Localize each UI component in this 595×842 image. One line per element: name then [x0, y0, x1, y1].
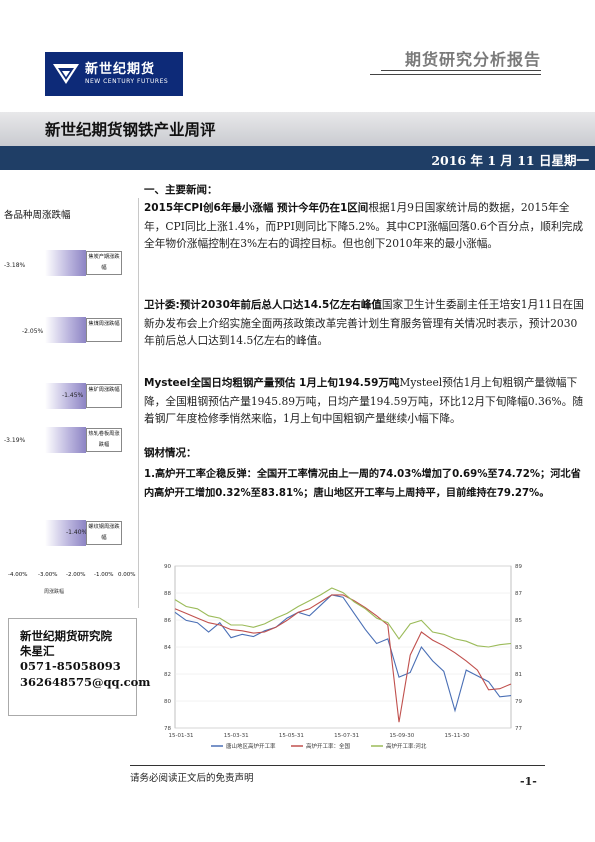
left-chart-title: 各品种周涨跌幅 [4, 210, 71, 221]
chart-right-tick: 83 [515, 645, 522, 651]
chart-left-tick: 90 [164, 564, 171, 570]
left-bar-value: -3.19% [4, 437, 26, 444]
chart-x-tick: 15-05-31 [279, 733, 304, 739]
chart-right-tick: 77 [515, 726, 522, 732]
report-date: 2016 年 1 月 11 日星期一 [431, 153, 589, 168]
chart-right-tick: 81 [515, 672, 522, 678]
left-bar [45, 317, 86, 343]
chart-x-tick: 15-03-31 [224, 733, 249, 739]
left-axis-tick: -1.00% [94, 572, 114, 578]
header-divider [381, 70, 541, 71]
contact-name: 朱星汇 [20, 644, 55, 658]
contact-phone: 0571-85058093 [20, 659, 121, 673]
left-bar-value: -1.40% [66, 529, 88, 536]
left-bar-value: -2.05% [22, 328, 44, 335]
chart-right-tick: 85 [515, 618, 522, 624]
chart-left-tick: 86 [164, 618, 171, 624]
news-item-1: 2015年CPI创6年最小涨幅 预计今年仍在1区间根据1月9日国家统计局的数据，… [144, 199, 584, 253]
left-axis-tick: -2.00% [66, 572, 86, 578]
section-heading: 钢材情况： [144, 447, 197, 459]
left-bar [45, 427, 86, 453]
chart-left-tick: 82 [164, 672, 171, 678]
blast-furnace-chart: 90 88 86 84 82 80 78 89 87 85 83 81 79 77 15-01-31 15-0… [164, 564, 522, 750]
left-bar [45, 250, 86, 276]
logo-wing-icon [53, 64, 79, 84]
news-item-3: Mysteel全国日均粗钢产量预估 1月上旬194.59万吨Mysteel预估1… [144, 374, 584, 428]
news-headline: 卫计委:预计2030年前后总人口达14.5亿左右峰值 [144, 299, 382, 311]
footer-divider [130, 765, 545, 766]
logo-cn-text: 新世纪期货 [85, 62, 156, 77]
left-bar-label: 焦矿周涨跌幅 [86, 384, 122, 408]
disclaimer: 请务必阅读正文后的免责声明 [130, 773, 254, 784]
left-bar-label: 焦煤周涨跌幅 [86, 318, 122, 342]
chart-x-tick: 15-09-30 [389, 733, 414, 739]
chart-legend-label: 唐山地区高炉开工率 [226, 742, 276, 750]
chart-left-tick: 78 [164, 726, 171, 732]
section-heading: 一、主要新闻： [144, 184, 218, 196]
chart-right-tick: 87 [515, 591, 522, 597]
left-axis-tick: -4.00% [8, 572, 28, 578]
contact-org: 新世纪期货研究院 [20, 629, 112, 643]
chart-x-tick: 15-01-31 [169, 733, 194, 739]
chart-right-tick: 89 [515, 564, 522, 570]
left-bar-label: 螺纹钢周涨跌幅 [86, 521, 122, 545]
left-bar-value: -1.45% [62, 392, 84, 399]
page-title: 新世纪期货钢铁产业周评 [45, 120, 216, 139]
chart-x-tick: 15-11-30 [445, 733, 470, 739]
news-item-2: 卫计委:预计2030年前后总人口达14.5亿左右峰值国家卫生计生委副主任王培安1… [144, 296, 584, 350]
steel-paragraph: 1.高炉开工率企稳反弹：全国开工率情况由上一周的74.03%增加了0.69%至7… [144, 466, 584, 503]
page-number: -1- [520, 775, 537, 788]
chart-legend-label: 高炉开工率:河北 [386, 742, 427, 750]
left-chart-legend: 周涨跌幅 [44, 589, 65, 595]
logo-en-text: NEW CENTURY FUTURES [85, 78, 169, 85]
header-divider [370, 74, 541, 75]
left-bar-label: 焦炭产期涨跌幅 [86, 251, 122, 275]
chart-x-tick: 15-07-31 [334, 733, 359, 739]
chart-legend-label: 高炉开工率：全国 [306, 742, 351, 750]
report-type: 期货研究分析报告 [404, 50, 541, 69]
left-axis-tick: -3.00% [38, 572, 58, 578]
chart-left-tick: 88 [164, 591, 171, 597]
news-headline: 2015年CPI创6年最小涨幅 预计今年仍在1区间 [144, 202, 369, 214]
chart-left-tick: 84 [164, 645, 171, 651]
company-logo: 新世纪期货 NEW CENTURY FUTURES [45, 52, 183, 96]
left-bar-value: -3.18% [4, 262, 26, 269]
left-bar-label: 热轧卷板周涨跌幅 [86, 428, 122, 452]
news-headline: Mysteel全国日均粗钢产量预估 1月上旬194.59万吨 [144, 377, 400, 389]
contact-email: 362648575@qq.com [20, 675, 151, 689]
steel-point-head: 1.高炉开工率企稳反弹： [144, 469, 257, 480]
chart-left-tick: 80 [164, 699, 171, 705]
chart-right-tick: 79 [515, 699, 522, 705]
left-axis-tick: 0.00% [118, 572, 136, 578]
